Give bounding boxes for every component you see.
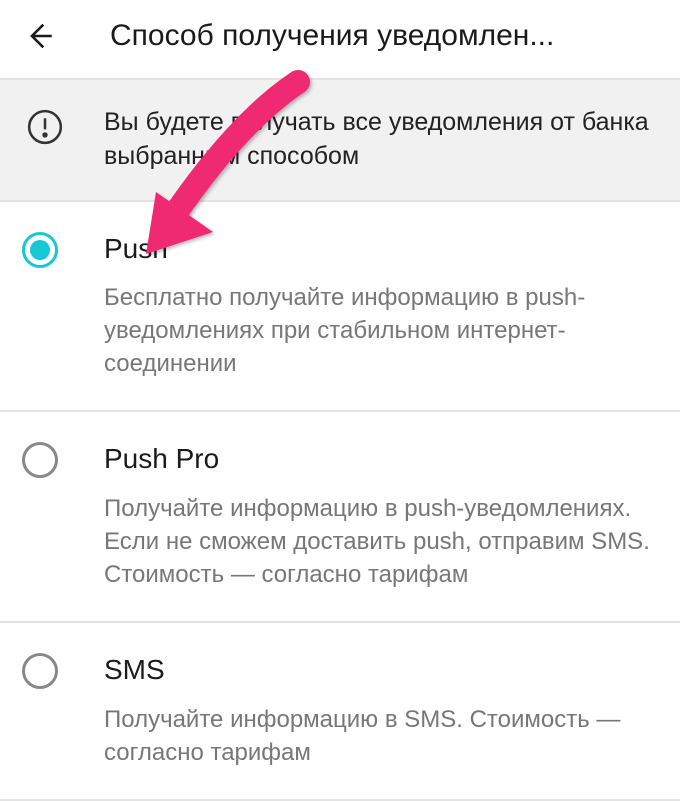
header: Способ получения уведомлен...: [0, 0, 680, 78]
info-icon: [26, 108, 64, 146]
info-text: Вы будете получать все уведомления от ба…: [104, 106, 650, 174]
option-body: Push Бесплатно получайте информацию в pu…: [104, 232, 650, 381]
option-sms[interactable]: SMS Получайте информацию в SMS. Стоимост…: [0, 623, 680, 801]
option-body: Push Pro Получайте информацию в push-уве…: [104, 442, 650, 591]
page-title: Способ получения уведомлен...: [110, 19, 660, 53]
option-desc: Получайте информацию в push-уведомлениях…: [104, 492, 650, 591]
option-title: Push: [104, 232, 650, 266]
option-desc: Бесплатно получайте информацию в push-ув…: [104, 281, 650, 380]
option-desc: Получайте информацию в SMS. Стоимость — …: [104, 703, 650, 769]
option-body: SMS Получайте информацию в SMS. Стоимост…: [104, 653, 650, 769]
option-push-pro[interactable]: Push Pro Получайте информацию в push-уве…: [0, 412, 680, 623]
option-title: SMS: [104, 653, 650, 687]
radio-push[interactable]: [22, 232, 58, 268]
info-banner: Вы будете получать все уведомления от ба…: [0, 78, 680, 202]
arrow-left-icon: [22, 19, 56, 53]
radio-push-pro[interactable]: [22, 442, 58, 478]
radio-sms[interactable]: [22, 653, 58, 689]
option-push[interactable]: Push Бесплатно получайте информацию в pu…: [0, 202, 680, 413]
option-title: Push Pro: [104, 442, 650, 476]
back-button[interactable]: [20, 17, 58, 55]
